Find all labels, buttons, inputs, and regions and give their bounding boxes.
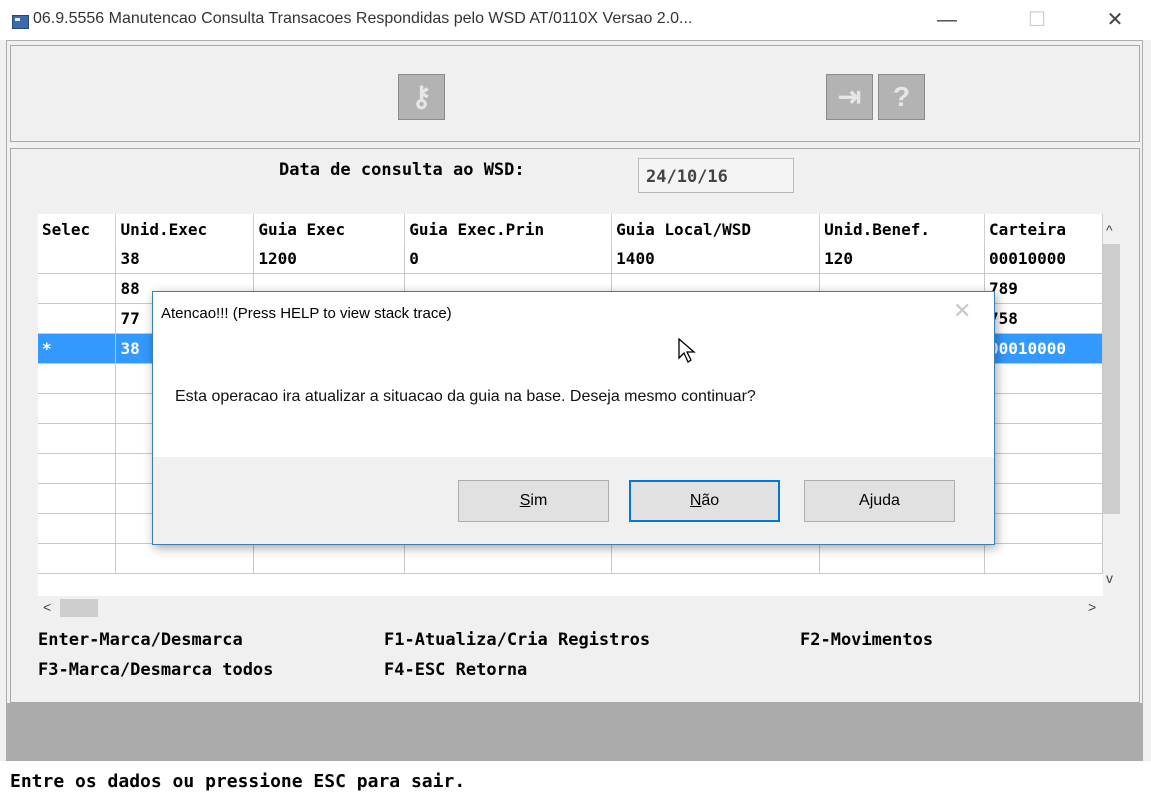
table-cell: * — [38, 333, 117, 364]
table-cell — [819, 543, 985, 574]
mouse-cursor-icon — [678, 338, 696, 363]
toolbar: ⚷ ⇥ ? — [10, 45, 1140, 142]
yes-mnemonic: S — [519, 492, 531, 509]
table-cell — [38, 423, 117, 454]
scroll-up-icon[interactable]: ^ — [1106, 222, 1113, 238]
table-cell — [984, 483, 1103, 514]
table-cell: 120 — [819, 244, 985, 274]
dialog-close-icon[interactable]: ✕ — [953, 298, 971, 324]
table-cell — [38, 363, 117, 394]
status-message: Entre os dados ou pressione ESC para sai… — [10, 771, 466, 792]
title-bar: 06.9.5556 Manutencao Consulta Transacoes… — [0, 0, 1151, 40]
table-cell: 0 — [404, 244, 613, 274]
scroll-right-icon[interactable]: > — [1088, 599, 1096, 615]
hint-f1: F1-Atualiza/Cria Registros — [384, 630, 651, 650]
message-band — [6, 703, 1143, 761]
close-window-button[interactable]: ✕ — [1088, 0, 1142, 40]
table-cell — [38, 543, 117, 574]
yes-label: im — [530, 492, 548, 509]
hint-f4: F4-ESC Retorna — [384, 660, 528, 680]
exit-door-icon: ⇥ — [837, 81, 862, 112]
table-row[interactable]: 38 1200 0 1400 120 00010000 — [38, 244, 1103, 274]
status-bar: Entre os dados ou pressione ESC para sai… — [0, 761, 1151, 800]
key-icon: ⚷ — [411, 81, 432, 112]
table-cell — [38, 483, 117, 514]
column-header[interactable]: Guia Exec — [253, 214, 406, 244]
table-cell — [38, 453, 117, 484]
column-header[interactable]: Selec — [38, 214, 117, 244]
hint-f2: F2-Movimentos — [800, 630, 934, 650]
table-cell: 00010000 — [984, 244, 1103, 274]
help-icon: ? — [892, 81, 911, 112]
table-cell — [38, 513, 117, 544]
no-mnemonic: N — [689, 492, 702, 509]
table-cell — [984, 513, 1103, 544]
vertical-scroll-thumb[interactable] — [1103, 244, 1120, 514]
table-cell: 1400 — [611, 244, 821, 274]
help-dialog-button[interactable]: Ajuda — [804, 480, 955, 522]
scroll-left-icon[interactable]: < — [43, 599, 51, 615]
table-cell: 789 — [984, 273, 1103, 304]
column-header[interactable]: Guia Local/WSD — [611, 214, 821, 244]
table-cell — [115, 543, 255, 574]
key-button[interactable]: ⚷ — [398, 74, 445, 120]
dialog-title: Atencao!!! (Press HELP to view stack tra… — [161, 305, 452, 322]
table-cell — [984, 393, 1103, 424]
table-cell — [984, 453, 1103, 484]
scroll-down-icon[interactable]: v — [1106, 570, 1113, 586]
table-cell — [38, 303, 117, 334]
minimize-button[interactable]: — — [920, 0, 974, 40]
column-header[interactable]: Guia Exec.Prin — [404, 214, 613, 244]
confirm-dialog: Atencao!!! (Press HELP to view stack tra… — [152, 291, 995, 545]
table-cell — [38, 393, 117, 424]
table-cell — [984, 543, 1103, 574]
vertical-scrollbar[interactable]: ^ v — [1103, 214, 1120, 596]
table-cell — [38, 273, 117, 304]
app-window-icon — [12, 15, 29, 29]
yes-button[interactable]: Sim — [458, 480, 609, 522]
table-cell: 00010000 — [984, 333, 1103, 364]
maximize-button[interactable]: ☐ — [1010, 0, 1064, 40]
hint-enter: Enter-Marca/Desmarca — [38, 630, 243, 650]
table-cell — [253, 543, 406, 574]
hint-f3: F3-Marca/Desmarca todos — [38, 660, 274, 680]
dialog-message: Esta operacao ira atualizar a situacao d… — [175, 388, 756, 405]
no-button[interactable]: Não — [629, 480, 780, 522]
window-title: 06.9.5556 Manutencao Consulta Transacoes… — [33, 10, 693, 27]
help-button[interactable]: ? — [878, 74, 925, 120]
horizontal-scrollbar[interactable]: < > — [38, 598, 1120, 618]
exit-button[interactable]: ⇥ — [826, 74, 873, 120]
column-header[interactable]: Unid.Exec — [115, 214, 255, 244]
grid-header-row: Selec Unid.Exec Guia Exec Guia Exec.Prin Gui… — [38, 214, 1103, 244]
table-cell — [984, 363, 1103, 394]
no-label: ão — [701, 492, 720, 509]
horizontal-scroll-thumb[interactable] — [60, 599, 98, 617]
date-field[interactable]: 24/10/16 — [638, 158, 794, 193]
table-cell — [38, 244, 117, 274]
table-cell: 758 — [984, 303, 1103, 334]
table-row[interactable] — [38, 543, 1103, 574]
column-header[interactable]: Unid.Benef. — [819, 214, 985, 244]
date-label: Data de consulta ao WSD: — [279, 160, 525, 180]
table-cell — [984, 423, 1103, 454]
table-cell: 38 — [115, 244, 255, 274]
table-cell — [404, 543, 613, 574]
table-cell: 1200 — [253, 244, 406, 274]
column-header[interactable]: Carteira — [984, 214, 1103, 244]
table-cell — [611, 543, 821, 574]
